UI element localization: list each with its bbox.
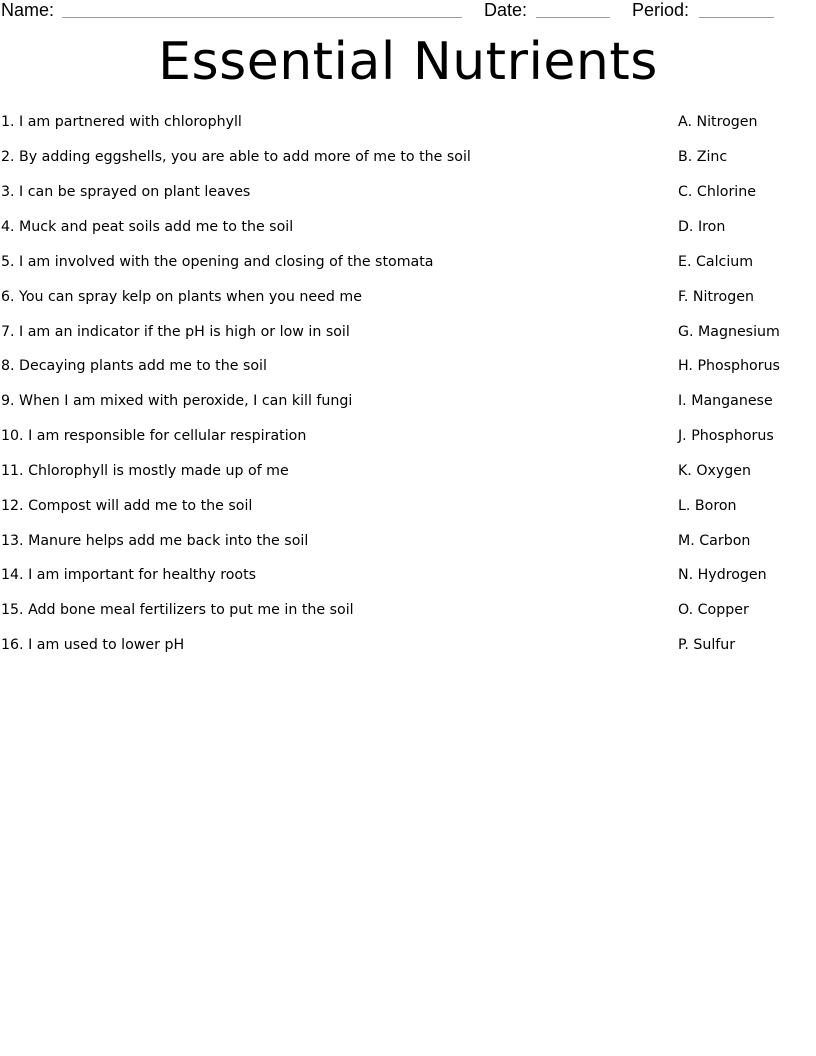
clue-item: 13. Manure helps add me back into the so…	[1, 533, 309, 549]
clue-item: 11. Chlorophyll is mostly made up of me	[1, 463, 289, 479]
answer-option: C. Chlorine	[678, 184, 756, 200]
period-blank-line[interactable]	[699, 17, 774, 18]
answer-option: F. Nitrogen	[678, 289, 754, 305]
clue-item: 8. Decaying plants add me to the soil	[1, 358, 267, 374]
answer-option: K. Oxygen	[678, 463, 752, 479]
answer-option: M. Carbon	[678, 533, 751, 549]
name-blank-line[interactable]	[62, 17, 462, 18]
clue-item: 16. I am used to lower pH	[1, 637, 185, 653]
clue-item: 1. I am partnered with chlorophyll	[1, 114, 242, 130]
answer-option: L. Boron	[678, 498, 737, 514]
answer-option: O. Copper	[678, 602, 749, 618]
answer-option: B. Zinc	[678, 149, 728, 165]
answer-option: I. Manganese	[678, 393, 773, 409]
answer-option: E. Calcium	[678, 254, 754, 270]
clue-item: 4. Muck and peat soils add me to the soi…	[1, 219, 294, 235]
name-label: Name:	[1, 0, 55, 20]
period-label: Period:	[632, 0, 690, 20]
clue-item: 7. I am an indicator if the pH is high o…	[1, 324, 350, 340]
answer-option: N. Hydrogen	[678, 567, 767, 583]
clue-item: 14. I am important for healthy roots	[1, 567, 257, 583]
clue-item: 15. Add bone meal fertilizers to put me …	[1, 602, 354, 618]
page-title: Essential Nutrients	[158, 32, 658, 92]
answer-option: G. Magnesium	[678, 324, 780, 340]
clue-item: 6. You can spray kelp on plants when you…	[1, 289, 362, 305]
answer-option: P. Sulfur	[678, 637, 736, 653]
clue-item: 9. When I am mixed with peroxide, I can …	[1, 393, 353, 409]
date-blank-line[interactable]	[536, 17, 610, 18]
answer-option: J. Phosphorus	[678, 428, 774, 444]
clue-item: 2. By adding eggshells, you are able to …	[1, 149, 471, 165]
answer-option: D. Iron	[678, 219, 726, 235]
clue-item: 5. I am involved with the opening and cl…	[1, 254, 434, 270]
date-label: Date:	[484, 0, 528, 20]
clue-item: 12. Compost will add me to the soil	[1, 498, 253, 514]
clue-item: 10. I am responsible for cellular respir…	[1, 428, 307, 444]
worksheet-header: Name: Date: Period:	[0, 0, 816, 22]
clue-item: 3. I can be sprayed on plant leaves	[1, 184, 251, 200]
answer-option: H. Phosphorus	[678, 358, 780, 374]
answer-option: A. Nitrogen	[678, 114, 758, 130]
